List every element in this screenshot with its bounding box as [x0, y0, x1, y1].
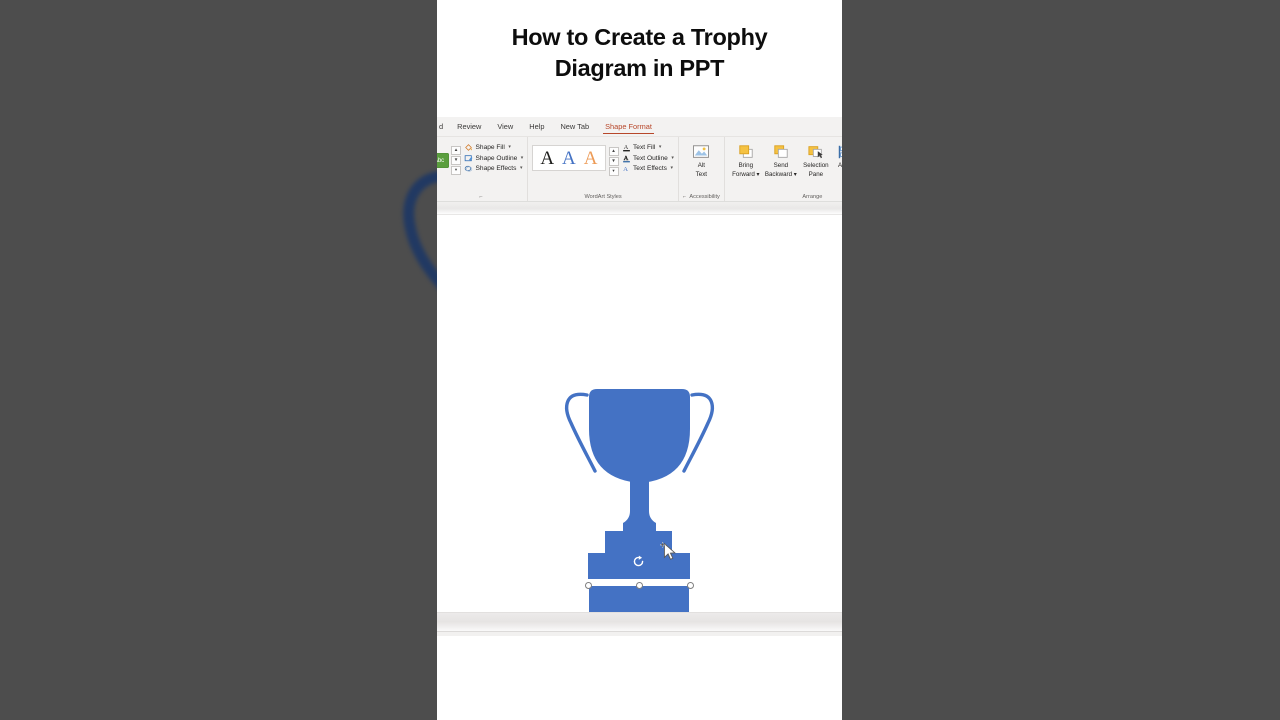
alt-text-icon — [691, 143, 711, 161]
wordart-sample-orange[interactable]: A — [581, 149, 601, 168]
alt-text-button[interactable]: Alt Text — [684, 143, 718, 178]
svg-text:A: A — [623, 166, 628, 173]
content-panel: How to Create a Trophy Diagram in PPT d … — [437, 0, 842, 720]
shape-style-commands: Shape Fill ▾ Shape Outline ▾ Shape Effec… — [464, 143, 523, 173]
canvas-top-gap — [437, 202, 842, 215]
tab-new-tab[interactable]: New Tab — [552, 117, 597, 136]
chevron-down-icon[interactable]: ▾ — [670, 164, 673, 173]
tab-help[interactable]: Help — [521, 117, 552, 136]
trophy-cup — [589, 389, 690, 483]
dialog-launcher-icon[interactable]: ⌐ — [683, 194, 686, 200]
selection-handle-top-center[interactable] — [635, 581, 643, 589]
text-outline-label: Text Outline — [633, 154, 668, 162]
style-swatch-green[interactable]: Abc — [437, 153, 449, 168]
selection-handle-top-right[interactable] — [686, 581, 694, 589]
shape-effects-label: Shape Effects — [475, 165, 517, 172]
selection-handle-top-left[interactable] — [584, 581, 592, 589]
text-effects-icon: A — [622, 164, 631, 173]
bring-forward-icon — [736, 143, 756, 161]
text-fill-label: Text Fill — [633, 144, 656, 151]
selection-pane-label-2: Pane — [808, 170, 824, 178]
selection-pane-icon — [806, 143, 826, 161]
shape-fill-label: Shape Fill — [475, 144, 505, 151]
alt-text-label-1: Alt — [697, 162, 705, 169]
text-outline-icon: A — [622, 154, 631, 163]
slide[interactable] — [437, 215, 842, 645]
ribbon-tab-bar: d Review View Help New Tab Shape Format — [437, 117, 842, 137]
trophy-base-upper — [605, 531, 672, 555]
shape-styles-group-label: ⌐ — [441, 193, 523, 201]
title-line-1: How to Create a Trophy — [511, 24, 768, 50]
ribbon-group-arrange: Bring Forward ▾ Send Backward ▾ Selectio… — [725, 137, 842, 201]
text-fill-icon: A — [622, 143, 631, 152]
wordart-more-button[interactable]: ▾ — [608, 167, 619, 176]
wordart-commands: A Text Fill ▾ A Text Outline ▾ A Text Ef… — [622, 143, 674, 173]
trophy-stem — [623, 481, 656, 533]
accessibility-group-label: ⌐ Accessibility — [682, 194, 720, 200]
gallery-scroll-down-button[interactable]: ▼ — [451, 156, 461, 165]
alt-text-label-2: Text — [695, 170, 708, 178]
shape-outline-label: Shape Outline — [475, 154, 518, 162]
send-backward-icon — [771, 143, 791, 161]
text-effects-label: Text Effects — [633, 165, 667, 172]
effects-icon — [464, 164, 473, 173]
wordart-styles-group-label: WordArt Styles — [584, 194, 622, 200]
chevron-down-icon[interactable]: ▾ — [508, 143, 511, 152]
arrange-group-label: Arrange — [802, 194, 823, 200]
tab-view[interactable]: View — [489, 117, 521, 136]
chevron-down-icon[interactable]: ▾ — [671, 154, 674, 163]
gallery-more-button[interactable]: ▾ — [451, 166, 461, 175]
selection-pane-label-1: Selection — [803, 162, 829, 169]
ribbon-group-accessibility: Alt Text ⌐ Accessibility — [679, 137, 725, 201]
send-backward-label-1: Send — [773, 162, 789, 169]
ribbon-group-shape-styles: Abc ▲ ▼ ▾ — [437, 137, 529, 201]
status-bar — [437, 612, 842, 636]
video-frame: How to Create a Trophy Diagram in PPT d … — [0, 0, 1280, 720]
text-effects-button[interactable]: A Text Effects ▾ — [622, 164, 674, 173]
bring-forward-label-2: Forward ▾ — [732, 170, 760, 178]
dialog-launcher-icon[interactable]: ⌐ — [480, 194, 483, 200]
chevron-down-icon[interactable]: ▾ — [520, 164, 523, 173]
send-backward-button[interactable]: Send Backward ▾ — [764, 143, 798, 178]
shape-fill-button[interactable]: Shape Fill ▾ — [464, 143, 523, 152]
text-fill-button[interactable]: A Text Fill ▾ — [622, 143, 674, 152]
shape-styles-gallery[interactable]: Abc ▲ ▼ ▾ — [437, 146, 461, 175]
chevron-down-icon[interactable]: ▾ — [659, 143, 662, 152]
title-line-2: Diagram in PPT — [554, 55, 725, 82]
tab-clipped[interactable]: d — [437, 117, 449, 136]
ribbon-group-wordart-styles: A A A ▲ ▼ ▾ A Text Fill ▾ A Text Outline… — [528, 137, 679, 201]
text-outline-button[interactable]: A Text Outline ▾ — [622, 154, 674, 163]
tab-review[interactable]: Review — [449, 117, 489, 136]
ribbon: Abc ▲ ▼ ▾ — [437, 137, 842, 202]
wordart-scroll-down-button[interactable]: ▼ — [608, 157, 619, 166]
align-button[interactable]: Align ▾ — [834, 143, 842, 178]
bring-forward-button[interactable]: Bring Forward ▾ — [729, 143, 763, 178]
gallery-spinners[interactable]: ▲ ▼ ▾ — [451, 146, 461, 175]
align-label-1: Align — [837, 162, 842, 169]
wordart-sample-black[interactable]: A — [537, 149, 557, 168]
powerpoint-window: d Review View Help New Tab Shape Format … — [437, 117, 842, 645]
selection-pane-button[interactable]: Selection Pane — [799, 143, 833, 178]
tab-shape-format[interactable]: Shape Format — [597, 117, 660, 136]
rotation-handle-icon[interactable] — [632, 555, 645, 568]
shape-outline-button[interactable]: Shape Outline ▾ — [464, 154, 523, 163]
wordart-sample-blue[interactable]: A — [559, 149, 579, 168]
gallery-scroll-up-button[interactable]: ▲ — [451, 146, 461, 155]
status-bar-edge — [437, 631, 842, 636]
shape-effects-button[interactable]: Shape Effects ▾ — [464, 164, 523, 173]
send-backward-label-2: Backward ▾ — [764, 170, 797, 178]
bring-forward-label-1: Bring — [738, 162, 754, 169]
pen-outline-icon — [464, 154, 473, 163]
wordart-scroll-up-button[interactable]: ▲ — [608, 147, 619, 156]
slide-canvas-area — [437, 202, 842, 645]
chevron-down-icon[interactable]: ▾ — [521, 154, 524, 163]
paint-bucket-icon — [464, 143, 473, 152]
align-icon — [835, 143, 842, 161]
page-title: How to Create a Trophy Diagram in PPT — [437, 22, 842, 85]
wordart-gallery[interactable]: A A A — [532, 145, 606, 171]
wordart-gallery-spinners[interactable]: ▲ ▼ ▾ — [608, 147, 619, 176]
